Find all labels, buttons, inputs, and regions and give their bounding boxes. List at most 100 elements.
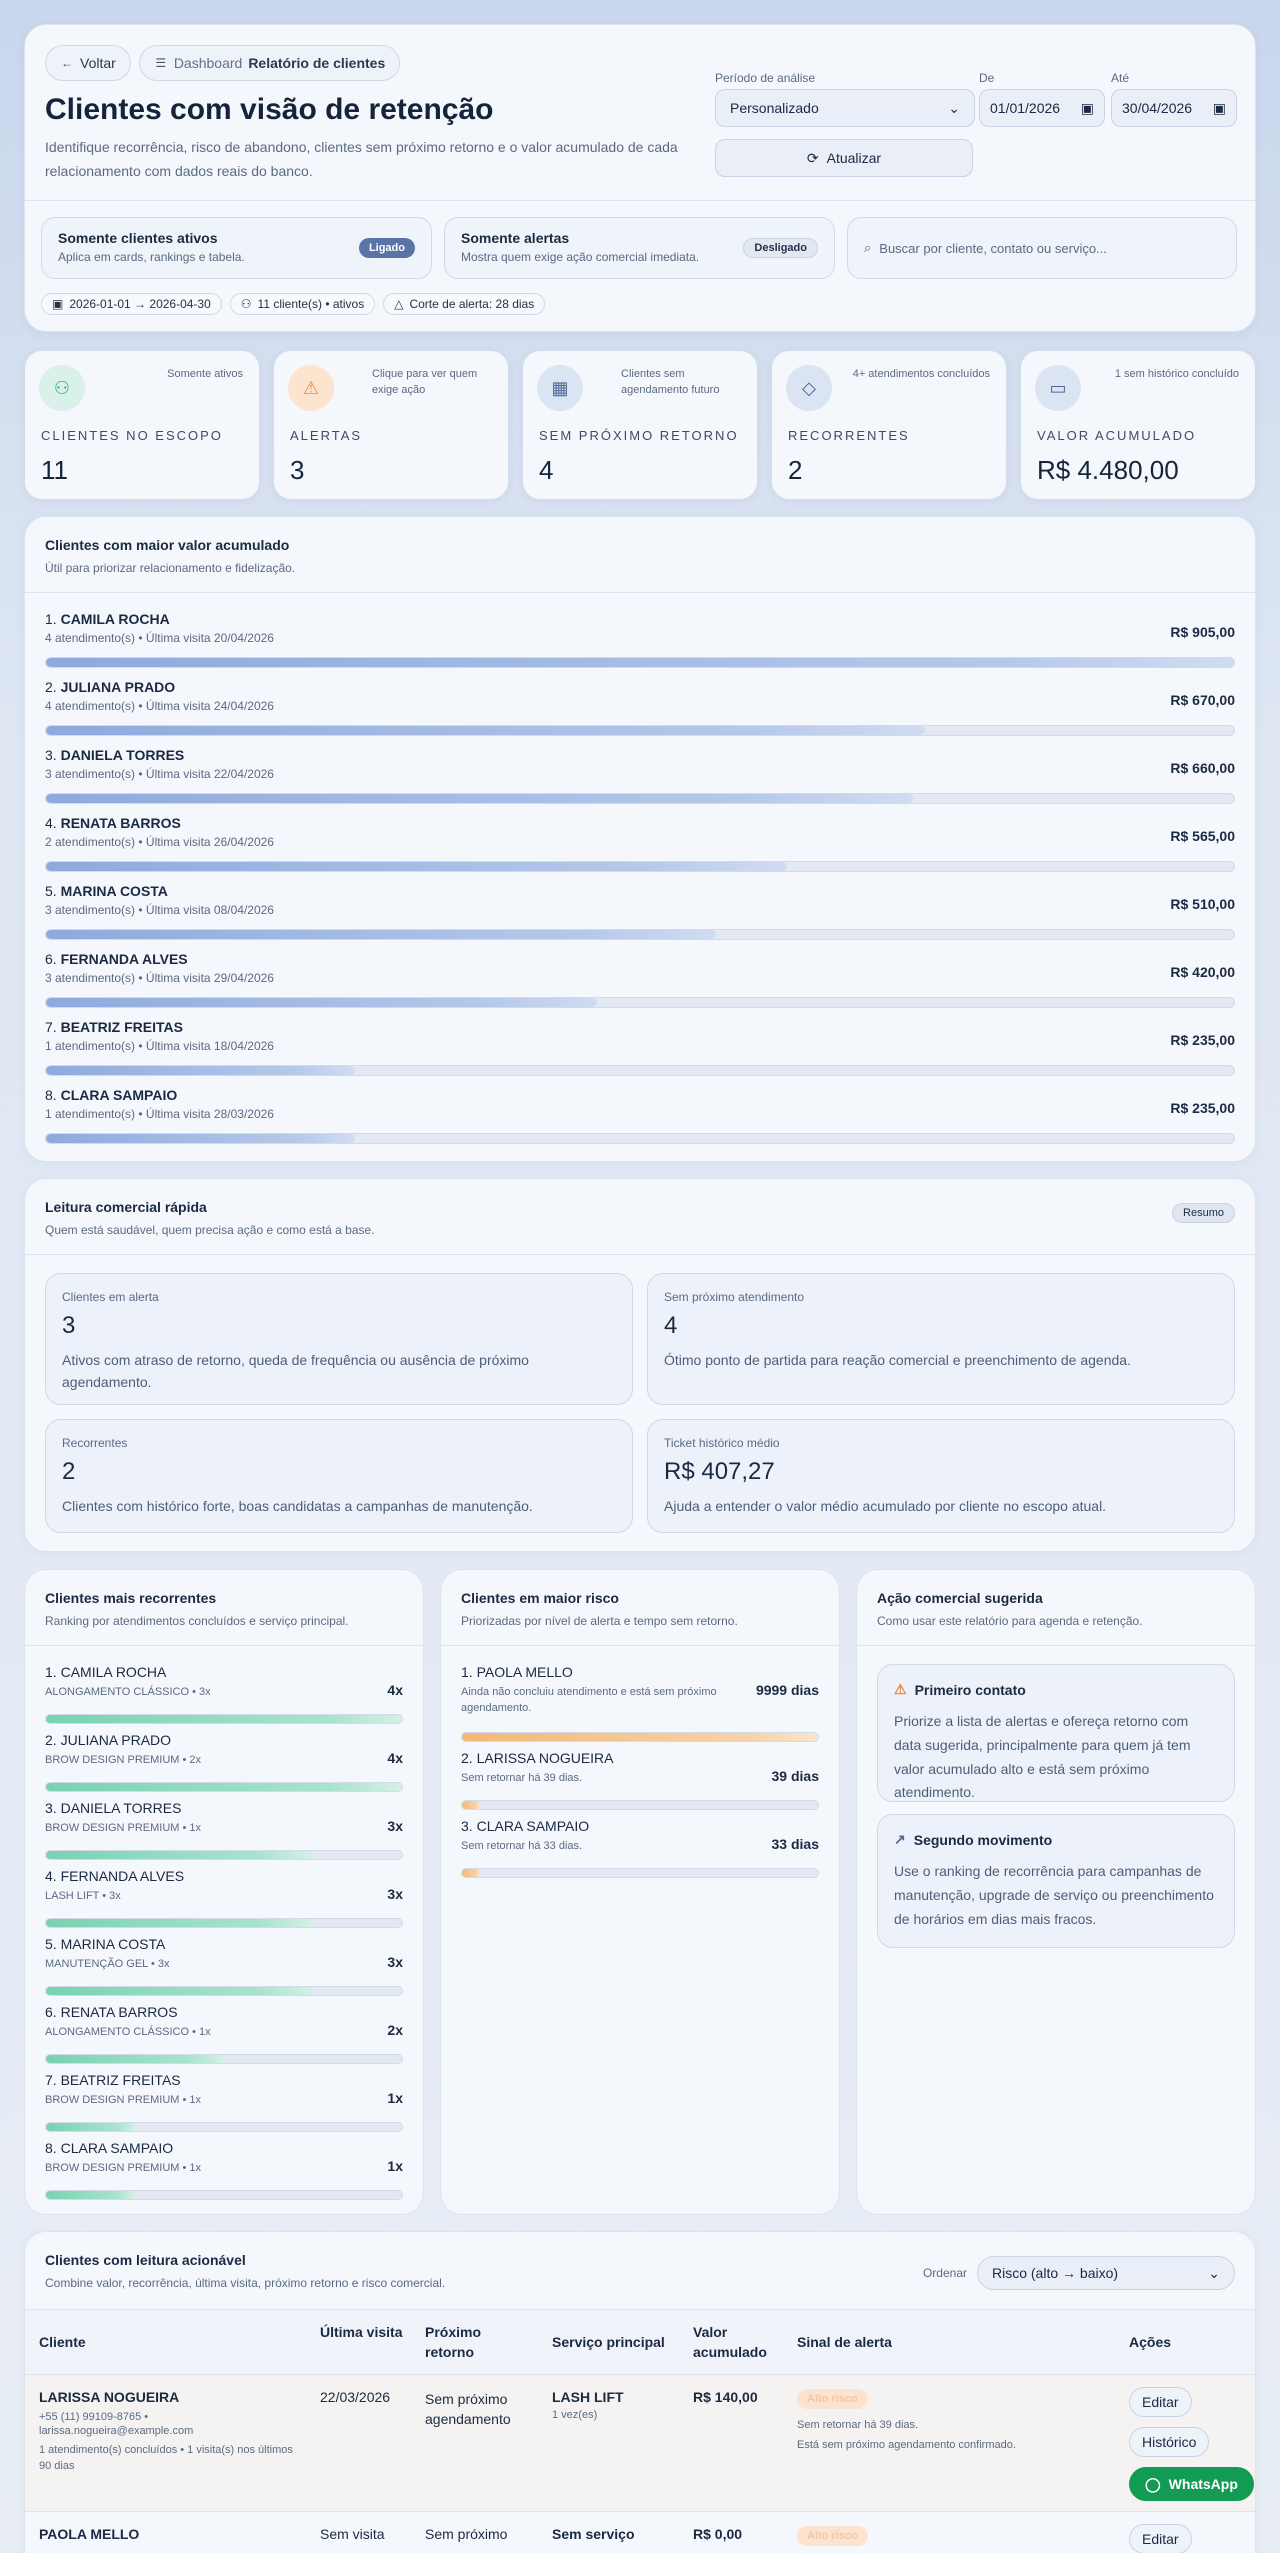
quick-box-ticket: Ticket histórico médio R$ 407,27 Ajuda a… bbox=[647, 1419, 1235, 1533]
chip-client-count: ⚇ 11 cliente(s) • ativos bbox=[229, 293, 376, 315]
progress-fill bbox=[462, 1733, 818, 1741]
header-card: ← Voltar ☰ Dashboard Relatório de client… bbox=[24, 24, 1256, 332]
action-box-second: ↗ Segundo movimento Use o ranking de reco… bbox=[877, 1814, 1235, 1948]
list-item: 1. PAOLA MELLO Ainda não concluiu atendim… bbox=[461, 1664, 819, 1742]
list-item: 3. DANIELA TORRES 3 atendimento(s) • Últi… bbox=[45, 747, 1235, 813]
progress-bar bbox=[45, 1850, 403, 1860]
list-item: 1. CAMILA ROCHA 4 atendimento(s) • Última… bbox=[45, 611, 1235, 677]
section-subtitle: Combine valor, recorrência, última visit… bbox=[45, 2276, 446, 2290]
breadcrumb-current: Relatório de clientes bbox=[248, 55, 386, 71]
progress-fill bbox=[46, 1715, 402, 1723]
filter-chips: ▣ 2026-01-01 → 2026-04-30 ⚇ 11 cliente(s) … bbox=[41, 293, 546, 315]
section-subtitle: Ranking por atendimentos concluídos e se… bbox=[45, 1614, 349, 1628]
progress-fill bbox=[46, 862, 788, 871]
progress-bar bbox=[45, 1918, 403, 1928]
toggle-alerts-only[interactable]: Somente alertas Mostra quem exige ação c… bbox=[444, 217, 835, 279]
history-button[interactable]: Histórico bbox=[1129, 2427, 1210, 2457]
stat-card-no-return: ▦ Clientes sem agendamento futuro SEM PR… bbox=[522, 350, 758, 500]
calendar-clock-icon: ▦ bbox=[537, 365, 583, 411]
progress-bar bbox=[45, 997, 1235, 1008]
order-select[interactable]: Risco (alto → baixo) ⌄ bbox=[977, 2256, 1235, 2290]
back-button[interactable]: ← Voltar bbox=[45, 45, 131, 81]
progress-bar bbox=[461, 1800, 819, 1810]
progress-bar bbox=[45, 929, 1235, 940]
breadcrumb-parent[interactable]: Dashboard bbox=[174, 55, 243, 71]
table-header: Cliente Última visita Próximo retorno Se… bbox=[25, 2310, 1255, 2374]
list-item: 2. LARISSA NOGUEIRA Sem retornar há 39 di… bbox=[461, 1750, 819, 1814]
trending-up-icon: ↗ bbox=[894, 1831, 906, 1847]
page: ← Voltar ☰ Dashboard Relatório de client… bbox=[0, 0, 1280, 2553]
edit-button[interactable]: Editar bbox=[1129, 2524, 1192, 2553]
quick-box-no-next: Sem próximo atendimento 4 Ótimo ponto de… bbox=[647, 1273, 1235, 1405]
quick-box-alerts: Clientes em alerta 3 Ativos com atraso d… bbox=[45, 1273, 633, 1405]
list-item: 5. MARINA COSTA 3 atendimento(s) • Última… bbox=[45, 883, 1235, 949]
list-item: 8. CLARA SAMPAIO BROW DESIGN PREMIUM • 1x… bbox=[45, 2140, 403, 2204]
whatsapp-button[interactable]: ◯ WhatsApp bbox=[1129, 2467, 1254, 2501]
arrow-left-icon: ← bbox=[61, 56, 73, 70]
list-item: 6. FERNANDA ALVES 3 atendimento(s) • Últi… bbox=[45, 951, 1235, 1017]
chevron-down-icon: ⌄ bbox=[1208, 2264, 1220, 2281]
list-item: 3. CLARA SAMPAIO Sem retornar há 33 dias.… bbox=[461, 1818, 819, 1882]
status-badge-off: Desligado bbox=[743, 238, 818, 258]
divider bbox=[25, 1645, 423, 1646]
toggle-active-clients[interactable]: Somente clientes ativos Aplica em cards,… bbox=[41, 217, 432, 279]
progress-fill bbox=[46, 2055, 224, 2063]
progress-bar bbox=[45, 793, 1235, 804]
search-icon: ⌕ bbox=[864, 240, 872, 255]
section-subtitle: Útil para priorizar relacionamento e fid… bbox=[45, 561, 296, 575]
progress-bar bbox=[45, 1133, 1235, 1144]
table-row: LARISSA NOGUEIRA +55 (11) 99109-8765 • l… bbox=[25, 2375, 1255, 2511]
top-value-card: Clientes com maior valor acumulado Útil … bbox=[24, 516, 1256, 1162]
from-date-input[interactable]: 01/01/2026 ▣ bbox=[979, 89, 1105, 127]
progress-bar bbox=[45, 2122, 403, 2132]
list-item: 6. RENATA BARROS ALONGAMENTO CLÁSSICO • 1… bbox=[45, 2004, 403, 2068]
period-group: Período de análise Personalizado ⌄ bbox=[715, 71, 975, 127]
list-item: 7. BEATRIZ FREITAS 1 atendimento(s) • Últ… bbox=[45, 1019, 1235, 1085]
progress-fill bbox=[46, 2123, 135, 2131]
list-item: 3. DANIELA TORRES BROW DESIGN PREMIUM • 1… bbox=[45, 1800, 403, 1864]
progress-fill bbox=[46, 930, 717, 939]
progress-bar bbox=[45, 1986, 403, 1996]
section-title: Clientes com leitura acionável bbox=[45, 2252, 246, 2268]
stat-card-total-value: ▭ 1 sem histórico concluído VALOR ACUMUL… bbox=[1020, 350, 1256, 500]
edit-button[interactable]: Editar bbox=[1129, 2387, 1192, 2417]
to-date-input[interactable]: 30/04/2026 ▣ bbox=[1111, 89, 1237, 127]
divider bbox=[441, 1645, 839, 1646]
progress-bar bbox=[461, 1868, 819, 1878]
divider bbox=[857, 1645, 1255, 1646]
section-title: Leitura comercial rápida bbox=[45, 1199, 207, 1215]
divider bbox=[25, 200, 1255, 201]
search-input[interactable]: ⌕ Buscar por cliente, contato ou serviço… bbox=[847, 217, 1237, 279]
divider bbox=[25, 592, 1255, 593]
risk-card: Clientes em maior risco Priorizadas por … bbox=[440, 1569, 840, 2215]
diamond-icon: ◇ bbox=[786, 365, 832, 411]
page-subtitle: Identifique recorrência, risco de abando… bbox=[45, 139, 678, 179]
progress-fill bbox=[46, 1851, 313, 1859]
warning-icon: △ bbox=[394, 297, 404, 311]
warning-icon: ⚠ bbox=[288, 365, 334, 411]
stat-card-alerts[interactable]: ⚠ Clique para ver quem exige ação ALERTA… bbox=[273, 350, 509, 500]
quick-read-card: Leitura comercial rápida Quem está saudá… bbox=[24, 1178, 1256, 1552]
sliders-icon: ☰ bbox=[155, 56, 167, 70]
progress-fill bbox=[46, 2191, 135, 2199]
list-item: 7. BEATRIZ FREITAS BROW DESIGN PREMIUM • … bbox=[45, 2072, 403, 2136]
list-item: 2. JULIANA PRADO 4 atendimento(s) • Últim… bbox=[45, 679, 1235, 745]
wallet-icon: ▭ bbox=[1035, 365, 1081, 411]
list-item: 8. CLARA SAMPAIO 1 atendimento(s) • Últim… bbox=[45, 1087, 1235, 1153]
page-title: Clientes com visão de retenção bbox=[45, 93, 494, 126]
progress-bar bbox=[45, 1065, 1235, 1076]
risk-badge: Alto risco bbox=[797, 2526, 868, 2546]
progress-fill bbox=[46, 658, 1234, 667]
quick-box-recurrent: Recorrentes 2 Clientes com histórico for… bbox=[45, 1419, 633, 1533]
whatsapp-icon: ◯ bbox=[1145, 2475, 1161, 2492]
list-item: 4. FERNANDA ALVES LASH LIFT • 3x 3x bbox=[45, 1868, 403, 1932]
period-select[interactable]: Personalizado ⌄ bbox=[715, 89, 975, 127]
progress-fill bbox=[46, 726, 926, 735]
progress-fill bbox=[46, 998, 598, 1007]
chevron-down-icon: ⌄ bbox=[948, 99, 960, 116]
progress-bar bbox=[45, 2190, 403, 2200]
refresh-button[interactable]: ⟳ Atualizar bbox=[715, 139, 973, 177]
divider bbox=[25, 1254, 1255, 1255]
breadcrumb: ☰ Dashboard Relatório de clientes bbox=[138, 45, 401, 81]
section-title: Clientes mais recorrentes bbox=[45, 1590, 217, 1606]
